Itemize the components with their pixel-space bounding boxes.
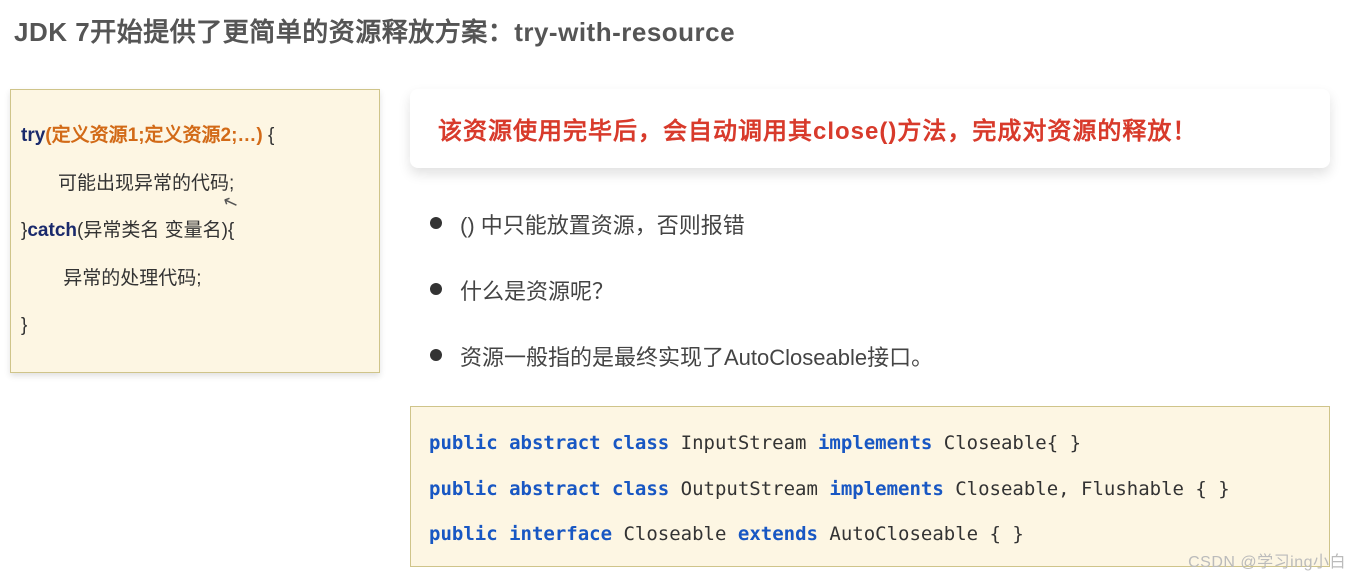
keyword-catch: catch — [27, 220, 77, 241]
watermark: CSDN @学习ing小白 — [1188, 548, 1346, 572]
keyword: public interface — [429, 523, 612, 545]
list-item: 资源一般指的是最终实现了AutoCloseable接口。 — [430, 340, 1330, 372]
keyword-try: try — [21, 125, 45, 146]
code-text: Closeable, Flushable { } — [944, 478, 1230, 500]
code-line: try(定义资源1;定义资源2;…) { — [21, 112, 369, 160]
code-text: OutputStream — [669, 478, 829, 500]
code-text: Closeable — [612, 523, 738, 545]
bullet-list: () 中只能放置资源，否则报错 什么是资源呢？ 资源一般指的是最终实现了Auto… — [430, 208, 1330, 372]
keyword: implements — [818, 432, 932, 454]
code-line: public interface Closeable extends AutoC… — [429, 512, 1311, 558]
right-column: 该资源使用完毕后，会自动调用其close()方法，完成对资源的释放！ () 中只… — [410, 89, 1360, 567]
code-line: } — [21, 302, 369, 350]
page-title: JDK 7开始提供了更简单的资源释放方案：try-with-resource — [10, 12, 1360, 49]
list-item: 什么是资源呢？ — [430, 274, 1330, 306]
interface-code-box: public abstract class InputStream implem… — [410, 406, 1330, 567]
callout-box: 该资源使用完毕后，会自动调用其close()方法，完成对资源的释放！ — [410, 89, 1330, 168]
catch-params: (异常类名 变量名){ — [77, 220, 234, 241]
code-line: 异常的处理代码; — [21, 255, 369, 303]
code-text: InputStream — [669, 432, 818, 454]
code-line: public abstract class OutputStream imple… — [429, 467, 1311, 513]
code-line: }catch(异常类名 变量名){ — [21, 207, 369, 255]
keyword: extends — [738, 523, 818, 545]
code-line: public abstract class InputStream implem… — [429, 421, 1311, 467]
try-catch-code-box: try(定义资源1;定义资源2;…) { 可能出现异常的代码; }catch(异… — [10, 89, 380, 373]
code-text: AutoCloseable { } — [818, 523, 1024, 545]
content-row: try(定义资源1;定义资源2;…) { 可能出现异常的代码; }catch(异… — [10, 89, 1360, 567]
resource-params: (定义资源1;定义资源2;…) — [45, 125, 268, 146]
keyword: public abstract class — [429, 478, 669, 500]
code-text: Closeable{ } — [932, 432, 1081, 454]
list-item: () 中只能放置资源，否则报错 — [430, 208, 1330, 240]
code-line: 可能出现异常的代码; — [21, 160, 369, 208]
keyword: public abstract class — [429, 432, 669, 454]
keyword: implements — [829, 478, 943, 500]
brace: { — [268, 125, 274, 146]
